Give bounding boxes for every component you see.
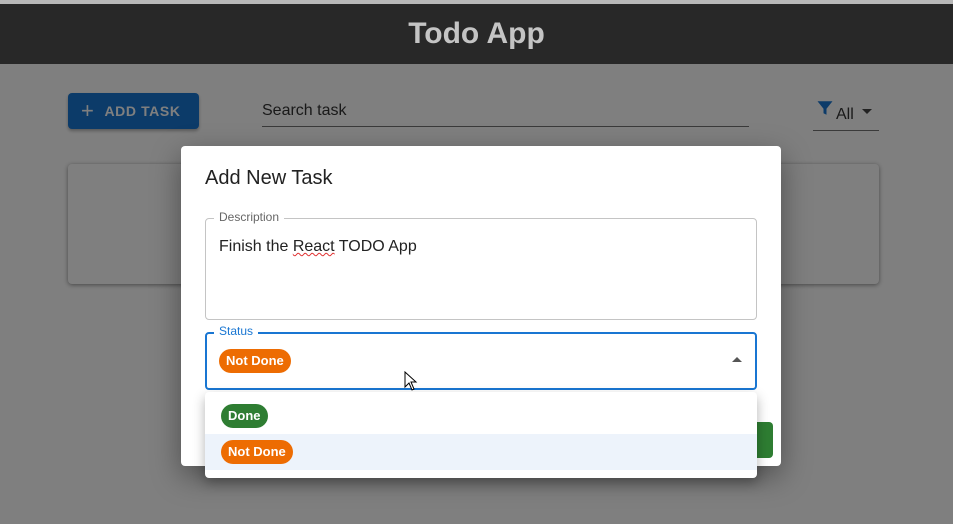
status-option-done[interactable]: Done bbox=[205, 398, 757, 434]
status-option-not-done[interactable]: Not Done bbox=[205, 434, 757, 470]
status-options-menu: Done Not Done bbox=[205, 392, 757, 478]
app-title: Todo App bbox=[408, 17, 545, 50]
description-value: Finish the React TODO App bbox=[219, 238, 417, 255]
submit-button[interactable] bbox=[757, 422, 773, 458]
description-field[interactable] bbox=[205, 218, 757, 320]
not-done-chip: Not Done bbox=[221, 440, 293, 464]
spellcheck-word: React bbox=[292, 238, 335, 255]
done-chip: Done bbox=[221, 404, 268, 428]
dialog-title: Add New Task bbox=[205, 167, 333, 189]
caret-up-icon bbox=[732, 357, 742, 362]
status-label: Status bbox=[214, 324, 259, 338]
status-selected-chip: Not Done bbox=[219, 349, 291, 373]
mouse-cursor-icon bbox=[404, 371, 418, 391]
description-label: Description bbox=[214, 210, 285, 224]
